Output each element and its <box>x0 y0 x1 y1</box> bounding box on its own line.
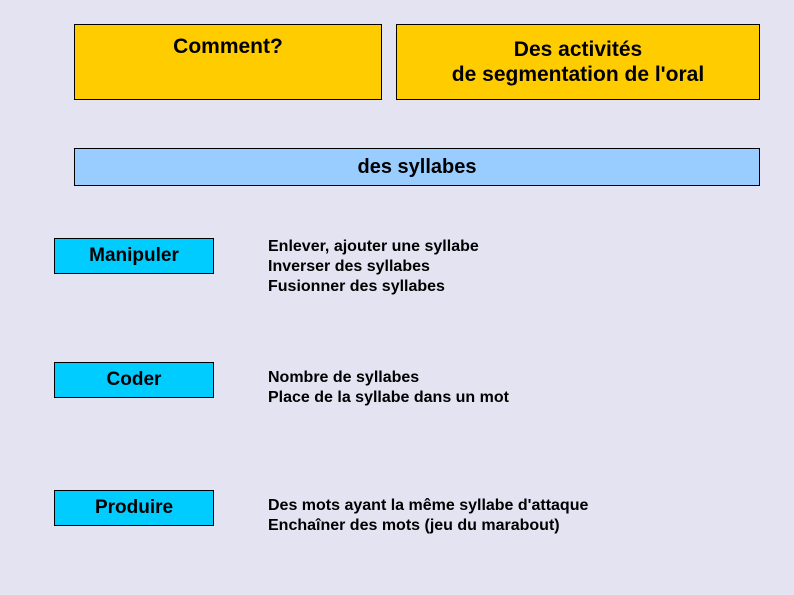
subtitle-text: des syllabes <box>358 156 477 179</box>
desc-line: Place de la syllabe dans un mot <box>268 388 738 408</box>
desc-line: Enlever, ajouter une syllabe <box>268 237 738 257</box>
desc-coder: Nombre de syllabes Place de la syllabe d… <box>268 368 738 408</box>
action-box-produire: Produire <box>54 490 214 526</box>
desc-line: Inverser des syllabes <box>268 257 738 277</box>
desc-manipuler: Enlever, ajouter une syllabe Inverser de… <box>268 237 738 297</box>
subtitle-box: des syllabes <box>74 148 760 186</box>
desc-line: Enchaîner des mots (jeu du marabout) <box>268 516 738 536</box>
action-label: Manipuler <box>89 245 179 267</box>
action-label: Produire <box>95 497 173 519</box>
desc-line: Des mots ayant la même syllabe d'attaque <box>268 496 738 516</box>
action-label: Coder <box>107 369 162 391</box>
desc-line: Nombre de syllabes <box>268 368 738 388</box>
action-box-manipuler: Manipuler <box>54 238 214 274</box>
desc-produire: Des mots ayant la même syllabe d'attaque… <box>268 496 738 536</box>
comment-text: Comment? <box>173 35 283 59</box>
activities-box: Des activités de segmentation de l'oral <box>396 24 760 100</box>
comment-box: Comment? <box>74 24 382 100</box>
activities-line2: de segmentation de l'oral <box>452 62 704 87</box>
activities-line1: Des activités <box>514 37 642 62</box>
action-box-coder: Coder <box>54 362 214 398</box>
desc-line: Fusionner des syllabes <box>268 277 738 297</box>
